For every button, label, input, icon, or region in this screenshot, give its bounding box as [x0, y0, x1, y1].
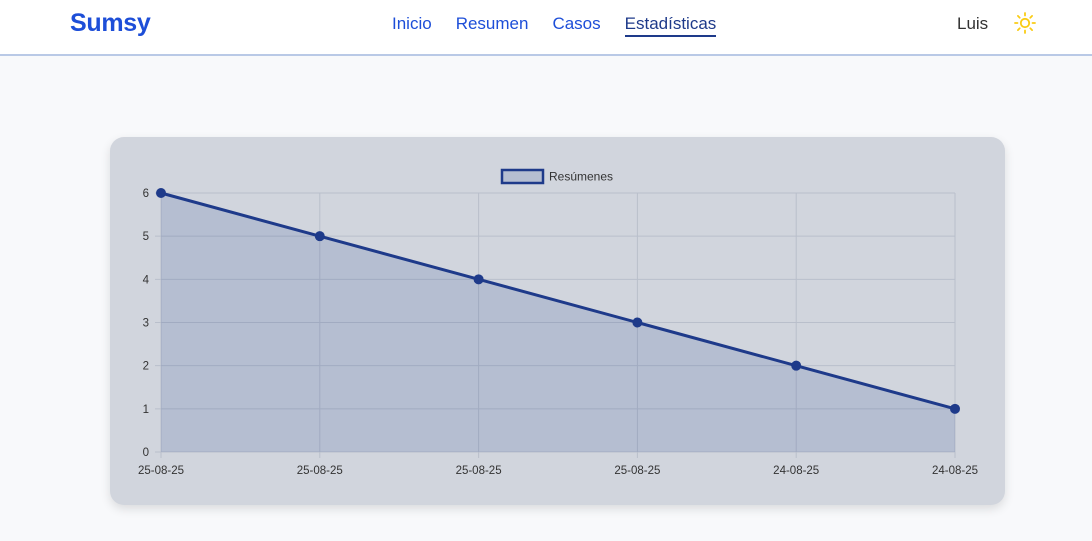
- data-point[interactable]: [791, 360, 802, 371]
- legend[interactable]: Resúmenes: [500, 168, 613, 185]
- user-name[interactable]: Luis: [957, 14, 988, 34]
- y-tick-label: 1: [143, 404, 149, 416]
- theme-toggle-button[interactable]: [1013, 11, 1037, 35]
- y-axis-ticks: 0 1 2 3 4 5 6: [143, 188, 150, 459]
- chart-card: 0123456 25-08-25 25-08-25 25-08-25 25-08-25…: [110, 137, 1005, 505]
- x-axis-ticks: 25-08-25 25-08-25 25-08-25 25-08-25 24-08-25…: [138, 465, 978, 477]
- y-tick-label: 4: [143, 274, 150, 286]
- data-point[interactable]: [314, 231, 325, 242]
- y-tick-label: 0: [143, 447, 149, 459]
- x-tick-label: 25-08-25: [297, 465, 343, 477]
- nav-links: Inicio Resumen Casos Estadísticas: [392, 14, 717, 37]
- line-chart: 0123456 25-08-25 25-08-25 25-08-25 25-08-25…: [138, 168, 978, 477]
- x-tick-label: 25-08-25: [456, 465, 502, 477]
- y-tick-label: 6: [143, 188, 149, 200]
- nav-link-estadisticas[interactable]: Estadísticas: [624, 14, 717, 37]
- x-tick-label: 25-08-25: [138, 465, 184, 477]
- x-tick-label: 24-08-25: [773, 465, 819, 477]
- y-tick-label: 3: [143, 318, 149, 330]
- nav-link-resumen[interactable]: Resumen: [456, 14, 529, 37]
- navbar: Sumsy Inicio Resumen Casos Estadísticas …: [0, 0, 1092, 56]
- legend-label-resumenes: Resúmenes: [549, 170, 613, 184]
- y-tick-label: 5: [143, 231, 149, 243]
- x-tick-label: 24-08-25: [932, 465, 978, 477]
- x-tick-label: 25-08-25: [614, 465, 660, 477]
- y-tick-label: 2: [143, 361, 149, 373]
- legend-swatch-resumenes: [500, 168, 545, 185]
- sun-icon: [1014, 12, 1036, 34]
- brand-logo[interactable]: Sumsy: [70, 9, 151, 38]
- data-point[interactable]: [473, 274, 484, 285]
- nav-link-casos[interactable]: Casos: [552, 14, 600, 37]
- data-point[interactable]: [950, 403, 960, 414]
- data-point[interactable]: [156, 188, 166, 198]
- data-point[interactable]: [632, 317, 643, 328]
- nav-link-inicio[interactable]: Inicio: [392, 14, 432, 37]
